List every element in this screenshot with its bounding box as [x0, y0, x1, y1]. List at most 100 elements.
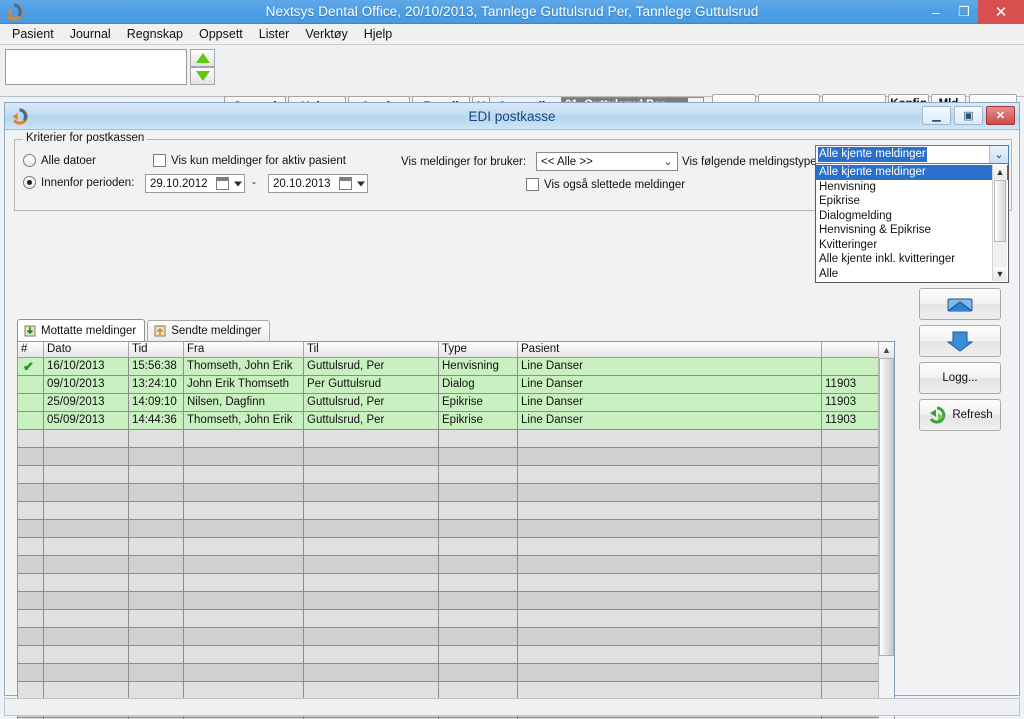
checkbox-active-patient[interactable] [153, 154, 166, 167]
table-row-empty[interactable] [18, 574, 894, 592]
checkbox-deleted-messages[interactable] [526, 178, 539, 191]
radio-all-dates[interactable] [23, 154, 36, 167]
msgtype-option[interactable]: Epikrise [816, 194, 1008, 209]
tab-mottatte-label: Mottatte meldinger [41, 324, 137, 337]
cell-empty [129, 574, 184, 591]
cell-dato: 16/10/2013 [44, 358, 129, 375]
dialog-close-button[interactable]: ✕ [986, 106, 1015, 125]
col-header-tid[interactable]: Tid [129, 342, 184, 357]
table-row[interactable]: ✔ 16/10/2013 15:56:38 Thomseth, John Erik Gu… [18, 358, 894, 376]
msgtype-dropdown[interactable]: Alle kjente meldinger ⌄ Alle kjente meld… [815, 145, 1009, 283]
grid-scrollbar[interactable]: ▲ ▼ [878, 342, 894, 719]
minimize-button[interactable]: – [922, 0, 950, 24]
radio-within-period[interactable] [23, 176, 36, 189]
msgtype-option[interactable]: Henvisning [816, 180, 1008, 195]
msgtype-option[interactable]: Alle [816, 267, 1008, 282]
col-header-pasient[interactable]: Pasient [518, 342, 822, 357]
cell-empty [18, 628, 44, 645]
table-row-empty[interactable] [18, 610, 894, 628]
msgtype-option[interactable]: Alle kjente meldinger [816, 165, 1008, 180]
cell-empty [822, 610, 880, 627]
scrollbar-thumb[interactable] [879, 358, 894, 656]
table-row-empty[interactable] [18, 592, 894, 610]
cell-empty [184, 502, 304, 519]
patient-next-button[interactable] [190, 67, 215, 85]
user-filter-select[interactable]: << Alle >> ⌄ [536, 152, 678, 171]
table-row[interactable]: 25/09/2013 14:09:10 Nilsen, Dagfinn Guttuls… [18, 394, 894, 412]
cell-empty [439, 466, 518, 483]
table-row-empty[interactable] [18, 502, 894, 520]
app-root: Nextsys Dental Office, 20/10/2013, Tannl… [0, 0, 1024, 719]
msgtype-dropdown-field[interactable]: Alle kjente meldinger ⌄ [815, 145, 1009, 164]
table-row-empty[interactable] [18, 538, 894, 556]
cell-fra: John Erik Thomseth [184, 376, 304, 393]
col-header-number[interactable]: # [18, 342, 44, 357]
table-row-empty[interactable] [18, 466, 894, 484]
date-to-input[interactable]: 20.10.2013 [268, 174, 368, 193]
cell-empty [129, 682, 184, 699]
date-from-input[interactable]: 29.10.2012 [145, 174, 245, 193]
table-row-empty[interactable] [18, 646, 894, 664]
msgtype-option[interactable]: Henvisning & Epikrise [816, 223, 1008, 238]
msgtype-option[interactable]: Kvitteringer [816, 238, 1008, 253]
side-button-refresh[interactable]: Refresh [919, 399, 1001, 431]
cell-empty [184, 556, 304, 573]
dialog-maximize-button[interactable]: ▣ [954, 106, 983, 125]
col-header-extra[interactable] [822, 342, 880, 357]
tab-mottatte-meldinger[interactable]: Mottatte meldinger [17, 319, 146, 341]
msgtype-option[interactable]: Dialogmelding [816, 209, 1008, 224]
chevron-up-icon[interactable]: ▲ [879, 342, 894, 358]
cell-empty [184, 664, 304, 681]
close-button[interactable]: ✕ [978, 0, 1024, 24]
menu-journal[interactable]: Journal [62, 25, 119, 43]
dropdown-scrollbar[interactable]: ▲ ▼ [992, 165, 1007, 281]
menu-oppsett[interactable]: Oppsett [191, 25, 251, 43]
side-button-arrow[interactable] [919, 325, 1001, 357]
table-row-empty[interactable] [18, 448, 894, 466]
table-row-empty[interactable] [18, 484, 894, 502]
col-header-fra[interactable]: Fra [184, 342, 304, 357]
cell-empty [44, 646, 129, 663]
table-row[interactable]: 09/10/2013 13:24:10 John Erik Thomseth Per … [18, 376, 894, 394]
menu-hjelp[interactable]: Hjelp [356, 25, 401, 43]
table-row[interactable]: 05/09/2013 14:44:36 Thomseth, John Erik Gut… [18, 412, 894, 430]
cell-empty [18, 430, 44, 447]
app-titlebar: Nextsys Dental Office, 20/10/2013, Tannl… [0, 0, 1024, 24]
checkbox-deleted-messages-label: Vis også slettede meldinger [544, 179, 686, 191]
cell-empty [129, 538, 184, 555]
menu-pasient[interactable]: Pasient [4, 25, 62, 43]
table-row-empty[interactable] [18, 664, 894, 682]
patient-search-input[interactable] [5, 49, 187, 85]
patient-prev-button[interactable] [190, 49, 215, 67]
chevron-up-icon[interactable]: ▲ [993, 165, 1007, 179]
cell-empty [304, 466, 439, 483]
table-row-empty[interactable] [18, 520, 894, 538]
table-row-empty[interactable] [18, 430, 894, 448]
dialog-minimize-button[interactable]: ▁ [922, 106, 951, 125]
table-row-empty[interactable] [18, 628, 894, 646]
msgtype-option-list[interactable]: Alle kjente meldinger Henvisning Epikrise D… [815, 164, 1009, 283]
side-button-logg[interactable]: Logg... [919, 362, 1001, 394]
dropdown-scrollbar-thumb[interactable] [994, 180, 1006, 242]
maximize-button[interactable]: ❐ [950, 0, 978, 24]
menu-verktoy[interactable]: Verktøy [297, 25, 355, 43]
chevron-down-icon[interactable]: ▼ [993, 267, 1007, 281]
cell-empty [129, 628, 184, 645]
col-header-til[interactable]: Til [304, 342, 439, 357]
table-row-empty[interactable] [18, 556, 894, 574]
chevron-down-icon[interactable]: ⌄ [989, 146, 1008, 163]
col-header-dato[interactable]: Dato [44, 342, 129, 357]
cell-empty [518, 610, 822, 627]
menu-regnskap[interactable]: Regnskap [119, 25, 191, 43]
calendar-icon [216, 177, 229, 190]
maximize-icon: ▣ [963, 110, 974, 122]
col-header-type[interactable]: Type [439, 342, 518, 357]
menu-lister[interactable]: Lister [251, 25, 298, 43]
msgtype-option[interactable]: Alle kjente inkl. kvitteringer [816, 252, 1008, 267]
cell-empty [304, 448, 439, 465]
cell-empty [304, 538, 439, 555]
cell-empty [822, 628, 880, 645]
side-button-open-message[interactable] [919, 288, 1001, 320]
cell- [18, 412, 44, 429]
tab-sendte-meldinger[interactable]: Sendte meldinger [147, 320, 271, 341]
